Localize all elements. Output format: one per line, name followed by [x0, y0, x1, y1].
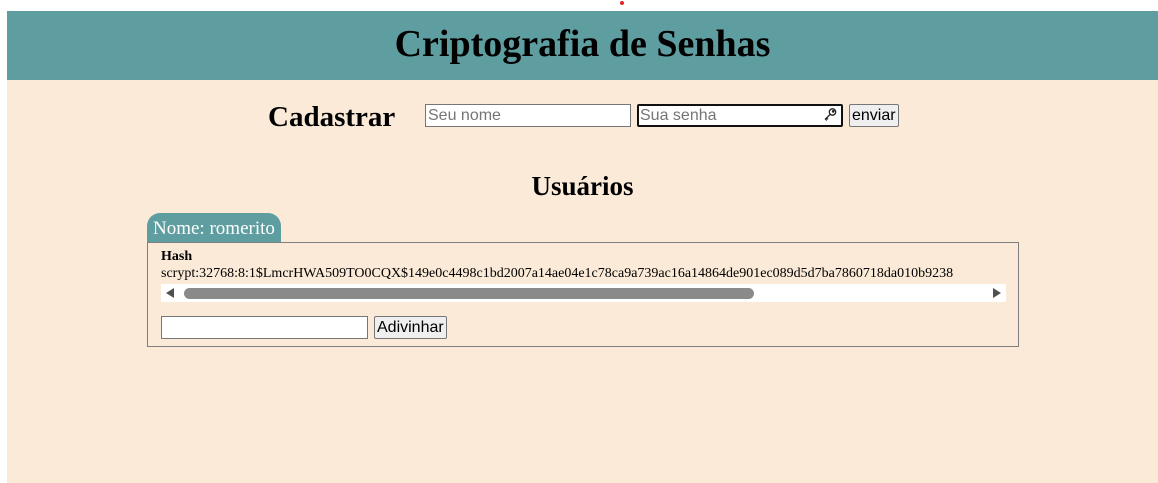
scrollbar-thumb[interactable]	[184, 288, 754, 299]
user-card: Hash scrypt:32768:8:1$LmcrHWA509TO0CQX$1…	[147, 242, 1019, 347]
hash-scrollbar[interactable]	[161, 284, 1006, 302]
red-dot-marker	[620, 1, 624, 5]
password-field[interactable]	[637, 104, 843, 127]
name-input[interactable]	[425, 104, 631, 127]
key-icon[interactable]	[822, 107, 838, 123]
register-form: Cadastrar enviar	[7, 101, 1158, 133]
page-title: Criptografia de Senhas	[394, 22, 771, 65]
header: Criptografia de Senhas	[7, 11, 1158, 80]
user-name-tab: Nome: romerito	[147, 213, 281, 242]
arrow-left-icon[interactable]	[166, 288, 174, 298]
guess-input[interactable]	[161, 316, 368, 339]
hash-label: Hash	[161, 249, 193, 264]
arrow-right-icon[interactable]	[993, 288, 1001, 298]
page: Criptografia de Senhas Cadastrar enviar …	[7, 11, 1158, 483]
hash-value: scrypt:32768:8:1$LmcrHWA509TO0CQX$149e0c…	[161, 266, 954, 281]
users-section-title: Usuários	[531, 171, 634, 201]
submit-button[interactable]: enviar	[849, 104, 899, 127]
guess-button[interactable]: Adivinhar	[374, 316, 447, 339]
password-input[interactable]	[639, 106, 819, 125]
register-title: Cadastrar	[268, 101, 396, 133]
